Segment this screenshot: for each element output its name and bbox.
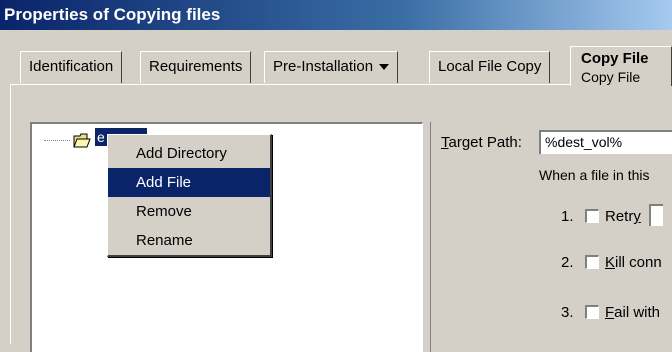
- when-file-text: When a file in this: [539, 167, 650, 183]
- tab-label: Pre-Installation: [273, 58, 374, 75]
- tab-label: Local File Copy: [438, 58, 542, 75]
- folder-icon: [73, 133, 91, 148]
- tab-strip: Identification Requirements Pre-Installa…: [0, 46, 672, 86]
- target-path-input[interactable]: %dest_vol%: [539, 130, 672, 154]
- option-kill-connections[interactable]: 2. Kill conn: [561, 254, 662, 271]
- chevron-down-icon: [379, 64, 390, 71]
- tab-copy-file[interactable]: Copy File Copy File: [570, 46, 672, 86]
- option-fail-with[interactable]: 3. Fail with: [561, 304, 660, 321]
- menu-item-add-file[interactable]: Add File: [108, 168, 270, 197]
- window-title: Properties of Copying files: [0, 0, 672, 30]
- option-retry[interactable]: 1. Retry: [561, 204, 663, 226]
- tree-connector: [44, 140, 70, 141]
- tab-requirements[interactable]: Requirements: [140, 51, 252, 83]
- kill-connections-checkbox[interactable]: [585, 255, 599, 269]
- retry-checkbox[interactable]: [585, 209, 599, 223]
- menu-item-remove[interactable]: Remove: [108, 197, 270, 226]
- context-menu: Add Directory Add File Remove Rename: [107, 134, 272, 257]
- tab-pre-installation[interactable]: Pre-Installation: [264, 51, 399, 83]
- tab-label: Requirements: [149, 58, 243, 75]
- fail-with-checkbox[interactable]: [585, 305, 599, 319]
- tab-local-file-copy[interactable]: Local File Copy: [429, 51, 551, 83]
- tab-label: Identification: [29, 58, 114, 75]
- menu-item-add-directory[interactable]: Add Directory: [108, 139, 270, 168]
- target-path-label: Target Path:: [441, 134, 522, 151]
- retry-count-field[interactable]: [648, 204, 663, 226]
- tab-sublabel: Copy File: [581, 69, 641, 85]
- menu-item-rename[interactable]: Rename: [108, 226, 270, 255]
- tab-identification[interactable]: Identification: [20, 51, 123, 83]
- copy-file-options: Target Path: %dest_vol% When a file in t…: [430, 122, 672, 352]
- tab-label: Copy File: [581, 50, 649, 67]
